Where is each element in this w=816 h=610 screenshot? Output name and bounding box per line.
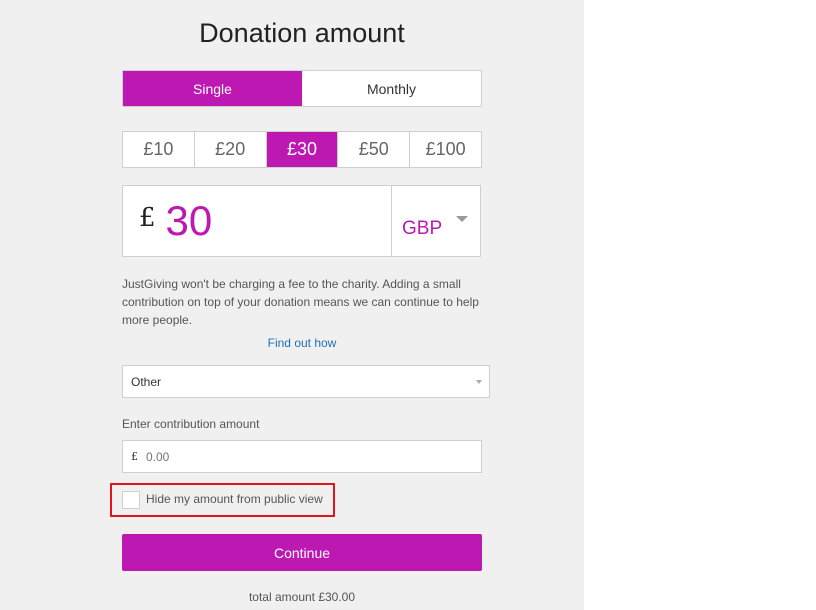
continue-button[interactable]: Continue: [122, 534, 482, 571]
hide-amount-checkbox[interactable]: [122, 491, 140, 509]
amount-field: £ 30 GBP: [122, 185, 481, 257]
amount-option-20[interactable]: £20: [195, 132, 267, 167]
currency-symbol: £: [131, 450, 138, 463]
frequency-single-tab[interactable]: Single: [123, 71, 302, 106]
frequency-monthly-tab[interactable]: Monthly: [302, 71, 481, 106]
amount-option-100[interactable]: £100: [410, 132, 481, 167]
amount-option-10[interactable]: £10: [123, 132, 195, 167]
chevron-down-icon: [456, 216, 469, 222]
page-title: Donation amount: [199, 18, 405, 48]
contribution-field: £: [122, 440, 482, 473]
fee-info-text: JustGiving won't be charging a fee to th…: [122, 277, 479, 327]
chevron-down-icon: [476, 380, 482, 384]
contribution-select-value: Other: [131, 374, 162, 389]
preset-amounts: £10 £20 £30 £50 £100: [122, 131, 482, 168]
amount-option-30[interactable]: £30: [266, 132, 339, 167]
amount-option-50[interactable]: £50: [338, 132, 411, 167]
currency-select[interactable]: GBP: [391, 186, 480, 256]
contribution-input[interactable]: [146, 449, 446, 464]
currency-symbol: £: [139, 203, 156, 233]
currency-code: GBP: [402, 218, 443, 239]
hide-amount-label[interactable]: Hide my amount from public view: [146, 492, 323, 506]
contribution-label: Enter contribution amount: [122, 417, 260, 431]
amount-input[interactable]: £ 30: [123, 186, 391, 256]
amount-value: 30: [165, 197, 213, 244]
frequency-toggle: Single Monthly: [122, 70, 482, 107]
total-amount: total amount £30.00: [248, 590, 356, 604]
find-out-how-link[interactable]: Find out how: [122, 336, 482, 350]
contribution-select[interactable]: Other: [122, 365, 490, 398]
